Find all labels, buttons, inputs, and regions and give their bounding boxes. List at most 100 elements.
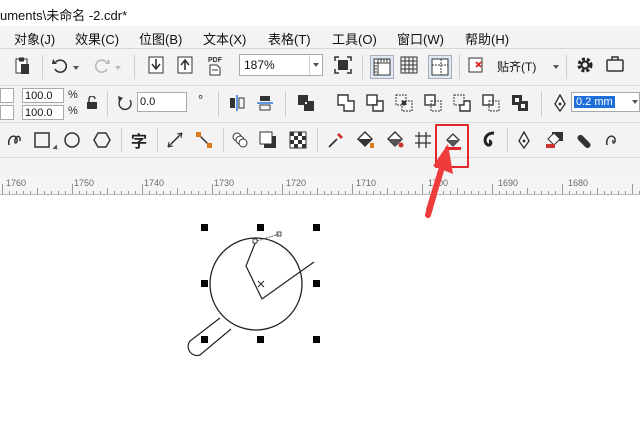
ruler-label: 1720 <box>286 178 307 188</box>
menu-help[interactable]: 帮助(H) <box>465 29 509 48</box>
rotation-field[interactable]: 0.0 <box>137 92 187 112</box>
eraser-icon[interactable] <box>574 130 594 150</box>
menu-bitmaps[interactable]: 位图(B) <box>139 29 182 48</box>
outline-width-field[interactable]: 0.2 mm <box>571 92 640 112</box>
drop-shadow-icon[interactable] <box>258 130 278 150</box>
title-bar: uments\未命名 -2.cdr* <box>0 0 640 26</box>
options-icon[interactable] <box>574 54 596 76</box>
ruler-tick <box>58 191 59 194</box>
separator <box>42 55 43 79</box>
menu-tools[interactable]: 工具(O) <box>332 29 377 48</box>
window-title: uments\未命名 -2.cdr* <box>0 8 128 23</box>
ruler-tick <box>163 191 164 194</box>
menu-table[interactable]: 表格(T) <box>268 29 311 48</box>
guidelines-icon[interactable] <box>428 55 452 79</box>
contour-icon[interactable] <box>544 130 566 150</box>
knife-icon[interactable] <box>602 130 622 150</box>
redo-icon[interactable] <box>92 56 112 76</box>
menu-window[interactable]: 窗口(W) <box>397 29 444 48</box>
connector-icon[interactable] <box>194 130 214 150</box>
node-marker[interactable] <box>252 238 258 244</box>
undo-dropdown-icon[interactable] <box>73 66 79 70</box>
pen-icon[interactable] <box>514 130 534 150</box>
outline-pen-icon[interactable] <box>550 93 570 113</box>
selection-handle-top-right[interactable] <box>313 224 320 231</box>
selection-handle-middle-left[interactable] <box>201 280 208 287</box>
separator <box>566 55 567 79</box>
chevron-down-icon[interactable] <box>553 65 559 69</box>
position-x-field[interactable] <box>0 88 14 103</box>
weld-icon[interactable] <box>336 93 356 113</box>
mirror-v-icon[interactable] <box>255 93 275 113</box>
combine-icon[interactable] <box>296 93 316 113</box>
ellipse-icon[interactable] <box>62 130 82 150</box>
text-icon[interactable]: 字 <box>128 130 150 151</box>
smear-icon[interactable] <box>479 130 499 150</box>
menu-object[interactable]: 对象(J) <box>14 29 55 48</box>
magnifier-handle-shape[interactable] <box>187 317 232 357</box>
ruler-tick <box>408 191 409 194</box>
ruler-tick <box>247 188 248 194</box>
horizontal-ruler[interactable]: 1760 1750 1740 1730 1720 1710 1700 1690 … <box>0 176 640 195</box>
snap-to-button[interactable]: 贴齐(T) <box>497 58 536 75</box>
separator <box>134 55 135 79</box>
menu-text[interactable]: 文本(X) <box>203 29 246 48</box>
selection-handle-bottom-left[interactable] <box>201 336 208 343</box>
full-screen-icon[interactable] <box>333 55 353 75</box>
ruler-tick <box>317 188 318 194</box>
selection-handle-top-center[interactable] <box>257 224 264 231</box>
zoom-dropdown[interactable] <box>309 55 323 75</box>
import-icon[interactable] <box>146 55 166 75</box>
grid-icon[interactable] <box>399 55 419 75</box>
rectangle-icon[interactable] <box>32 130 52 150</box>
create-boundary-icon[interactable] <box>510 93 530 113</box>
ruler-tick <box>338 191 339 194</box>
publish-pdf-icon[interactable]: PDF <box>204 54 226 78</box>
ruler-tick <box>618 191 619 194</box>
chevron-down-icon[interactable] <box>632 100 638 104</box>
trim-icon[interactable] <box>365 93 385 113</box>
eyedropper-icon[interactable] <box>326 130 346 150</box>
lock-ratio-icon[interactable] <box>85 94 99 112</box>
outline-width-value: 0.2 mm <box>574 96 615 108</box>
smart-fill-icon[interactable] <box>384 130 406 150</box>
interactive-fill-icon[interactable] <box>354 130 376 150</box>
magnifier-circle-shape[interactable] <box>209 237 303 331</box>
scale-y-field[interactable]: 100.0 <box>22 105 64 120</box>
menu-effects[interactable]: 效果(C) <box>75 29 119 48</box>
snap-off-icon[interactable] <box>466 55 486 75</box>
paste-icon[interactable] <box>12 56 32 76</box>
mirror-h-icon[interactable] <box>227 93 247 113</box>
selection-handle-bottom-right[interactable] <box>313 336 320 343</box>
ruler-tick <box>394 191 395 194</box>
rulers-icon[interactable] <box>370 55 394 79</box>
undo-icon[interactable] <box>50 56 70 76</box>
rotate-icon[interactable] <box>116 94 134 112</box>
back-minus-front-icon[interactable] <box>481 93 501 113</box>
ruler-tick <box>632 184 633 194</box>
front-minus-back-icon[interactable] <box>452 93 472 113</box>
launch-icon[interactable] <box>604 54 626 76</box>
simplify-icon[interactable] <box>423 93 443 113</box>
transparency-icon[interactable] <box>288 130 308 150</box>
ruler-tick <box>478 191 479 194</box>
selection-handle-middle-right[interactable] <box>313 280 320 287</box>
scale-x-field[interactable]: 100.0 <box>22 88 64 103</box>
separator <box>317 128 318 152</box>
selection-handle-top-left[interactable] <box>201 224 208 231</box>
intersect-icon[interactable] <box>394 93 414 113</box>
freehand-icon[interactable] <box>4 130 24 150</box>
blend-icon[interactable] <box>230 130 250 150</box>
dimension-icon[interactable] <box>165 130 185 150</box>
position-y-field[interactable] <box>0 105 14 120</box>
selection-handle-bottom-center[interactable] <box>257 336 264 343</box>
redo-dropdown-icon[interactable] <box>115 66 121 70</box>
ruler-tick <box>205 191 206 194</box>
export-icon[interactable] <box>175 55 195 75</box>
red-arrow-icon <box>426 144 453 213</box>
drawing-canvas[interactable] <box>0 142 640 424</box>
polygon-icon[interactable] <box>92 130 112 150</box>
separator <box>121 128 122 152</box>
ruler-tick <box>506 191 507 194</box>
ruler-label: 1740 <box>144 178 165 188</box>
